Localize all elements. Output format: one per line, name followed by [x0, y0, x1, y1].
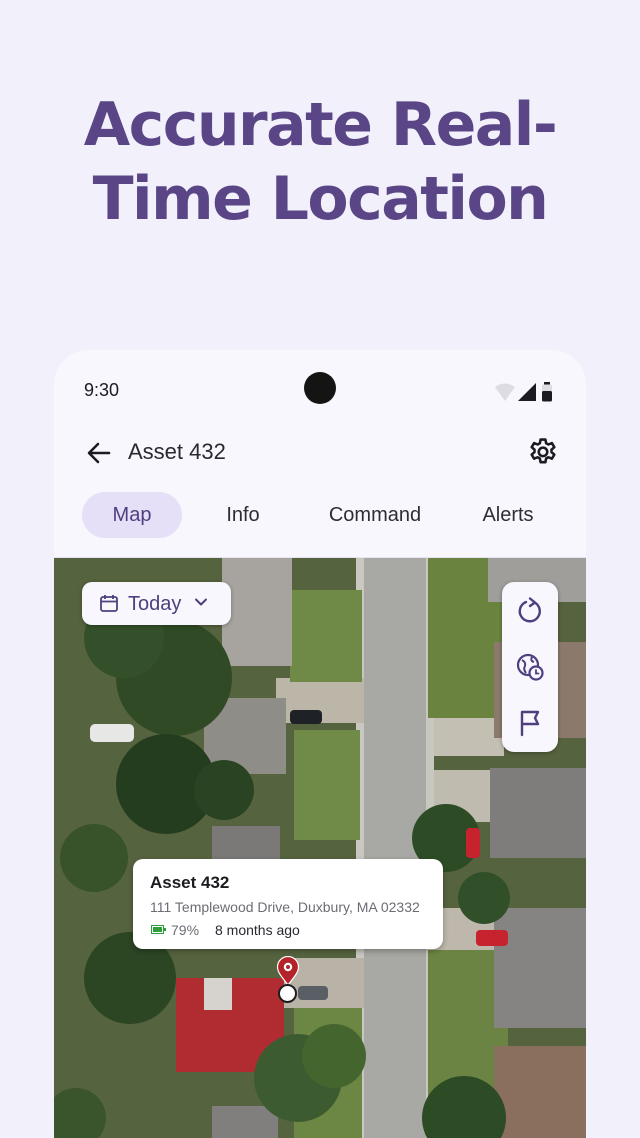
flag-button[interactable]: [514, 707, 546, 739]
back-button[interactable]: [82, 436, 116, 470]
popup-asset-name: Asset 432: [150, 873, 230, 892]
refresh-button[interactable]: [514, 595, 546, 627]
page-title: Asset 432: [128, 439, 226, 464]
location-pin-icon[interactable]: [276, 956, 300, 986]
popup-battery-percent: 79%: [171, 922, 200, 938]
map-tools-panel: [502, 582, 558, 752]
history-globe-icon: [516, 653, 544, 681]
app-header: Asset 432: [54, 426, 586, 482]
refresh-icon: [518, 597, 541, 623]
tab-map[interactable]: Map: [82, 492, 182, 538]
map-view[interactable]: Today Asset 432 111 Templewood Drive, Du…: [54, 558, 586, 1138]
status-time: 9:30: [84, 380, 120, 400]
battery-icon: [151, 925, 166, 934]
status-bar: 9:30: [54, 350, 586, 422]
tab-alerts[interactable]: Alerts: [472, 492, 544, 538]
phone-frame: 9:30 Asset 432 Map Info Command Alerts T…: [54, 350, 586, 1138]
battery-status-icon: [542, 382, 552, 402]
signal-icon: [518, 383, 536, 401]
tab-info[interactable]: Info: [203, 492, 283, 538]
wifi-icon: [495, 383, 515, 401]
calendar-icon: [100, 595, 118, 612]
settings-button[interactable]: [526, 436, 560, 470]
headline-line-1: Accurate Real-: [83, 90, 558, 160]
history-button[interactable]: [514, 651, 546, 683]
asset-info-popup[interactable]: Asset 432 111 Templewood Drive, Duxbury,…: [133, 859, 443, 949]
status-icons: [495, 382, 552, 402]
arrow-left-icon: [87, 442, 111, 464]
tab-bar: Map Info Command Alerts: [54, 490, 586, 540]
date-filter-label: Today: [128, 593, 182, 615]
headline: Accurate Real- Time Location: [0, 88, 640, 236]
popup-last-seen: 8 months ago: [215, 922, 300, 938]
tab-command[interactable]: Command: [316, 492, 434, 538]
flag-icon: [520, 710, 540, 737]
chevron-down-icon: [195, 598, 207, 606]
date-filter-button[interactable]: Today: [82, 582, 231, 625]
popup-address: 111 Templewood Drive, Duxbury, MA 02332: [150, 899, 420, 915]
current-location-dot: [278, 984, 297, 1003]
headline-line-2: Time Location: [92, 164, 549, 234]
gear-icon: [530, 438, 556, 464]
camera-cutout: [304, 372, 336, 404]
